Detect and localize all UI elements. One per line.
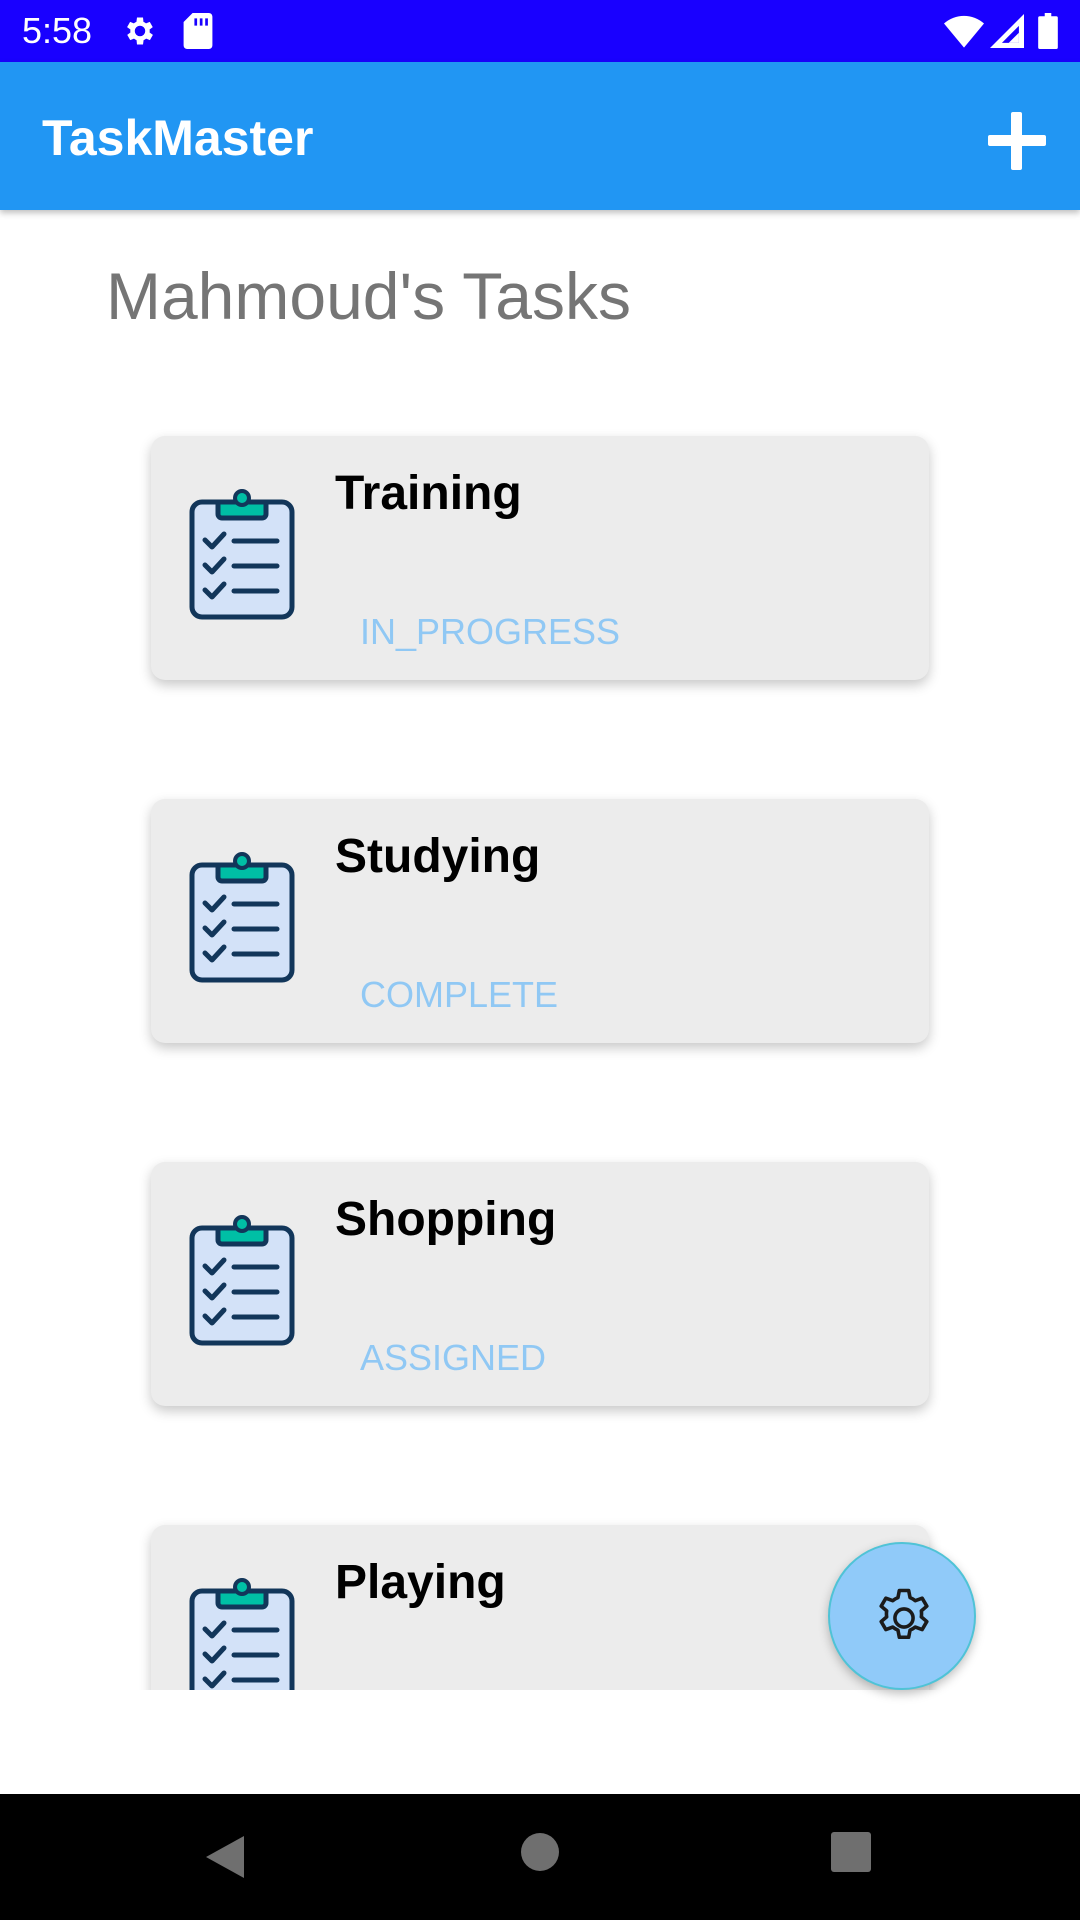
task-card-shopping[interactable]: Shopping ASSIGNED bbox=[151, 1162, 929, 1406]
back-button[interactable] bbox=[204, 1834, 246, 1880]
battery-icon bbox=[1038, 13, 1058, 54]
task-card-studying[interactable]: Studying COMPLETE bbox=[151, 799, 929, 1043]
task-title: Playing bbox=[335, 1556, 506, 1609]
add-task-button[interactable] bbox=[980, 104, 1054, 178]
app-bar: TaskMaster bbox=[0, 62, 1080, 210]
task-title: Studying bbox=[335, 830, 541, 883]
task-status: IN_PROGRESS bbox=[360, 611, 621, 652]
wifi-icon bbox=[944, 13, 984, 54]
settings-button[interactable] bbox=[828, 1542, 976, 1690]
home-button[interactable] bbox=[520, 1832, 560, 1872]
task-list[interactable]: Training IN_PROGRESS Studying COMPLETE S… bbox=[0, 400, 1080, 1690]
sd-card-icon bbox=[182, 13, 214, 54]
task-status: ASSIGNED bbox=[360, 1337, 547, 1378]
plus-icon bbox=[988, 112, 1046, 170]
signal-icon bbox=[990, 13, 1024, 54]
status-time: 5:58 bbox=[22, 10, 93, 51]
task-title: Training bbox=[335, 467, 522, 520]
status-bar: 5:58 bbox=[0, 0, 1080, 62]
navigation-bar bbox=[0, 1794, 1080, 1920]
settings-icon bbox=[879, 1588, 929, 1640]
clipboard-checklist-icon bbox=[189, 1215, 295, 1346]
app-title: TaskMaster bbox=[42, 110, 314, 166]
task-card-playing[interactable]: Playing bbox=[151, 1525, 929, 1690]
gear-icon bbox=[122, 13, 158, 54]
back-icon bbox=[206, 1836, 244, 1878]
task-card-training[interactable]: Training IN_PROGRESS bbox=[151, 436, 929, 680]
page-title: Mahmoud's Tasks bbox=[106, 259, 631, 333]
recents-icon bbox=[831, 1832, 871, 1872]
clipboard-checklist-icon bbox=[189, 489, 295, 620]
task-title: Shopping bbox=[335, 1193, 557, 1246]
clipboard-checklist-icon bbox=[189, 1578, 295, 1690]
task-status: COMPLETE bbox=[360, 974, 559, 1015]
clipboard-checklist-icon bbox=[189, 852, 295, 983]
recents-button[interactable] bbox=[831, 1832, 871, 1872]
home-icon bbox=[521, 1833, 559, 1871]
